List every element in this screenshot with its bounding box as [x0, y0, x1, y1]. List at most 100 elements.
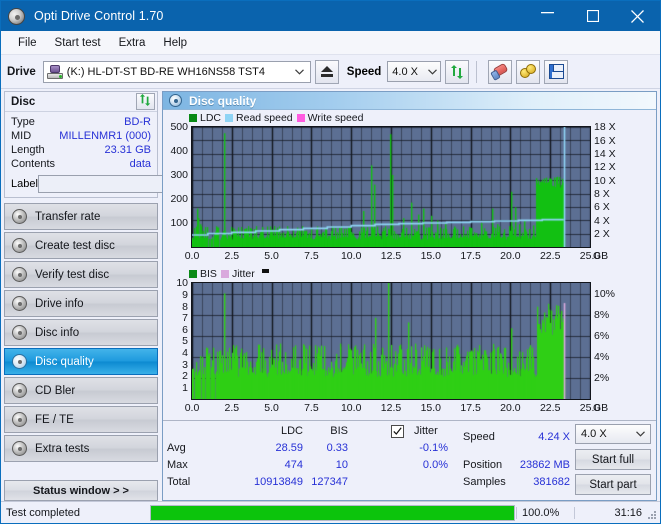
x-tick-label: 12.5	[380, 250, 402, 263]
coins-icon	[519, 64, 537, 79]
jitter-scale-marker-icon	[261, 269, 269, 274]
menu-extra[interactable]: Extra	[110, 35, 155, 51]
x-tick-label: 0.0	[184, 250, 200, 263]
stats-row-label-total: Total	[167, 476, 191, 489]
x-tick-label: 15.0	[420, 402, 442, 415]
jitter-checkbox[interactable]	[391, 425, 404, 439]
sidebar-item-disc-info[interactable]: Disc info	[4, 319, 158, 346]
disc-field-length-label: Length	[11, 144, 45, 156]
ldc-plot	[191, 126, 591, 249]
stats-ldc-avg: 28.59	[275, 442, 303, 455]
legend-entry-jitter: Jitter	[220, 268, 255, 281]
stats-speed-value: 4.24 X	[538, 431, 570, 444]
start-part-button[interactable]: Start part	[575, 474, 651, 496]
drive-select[interactable]: (K:) HL-DT-ST BD-RE WH16NS58 TST4	[42, 60, 311, 83]
disc-field-length: Length 23.31 GB	[11, 143, 151, 157]
sidebar-item-fe-te[interactable]: FE / TE	[4, 406, 158, 433]
disc-test-icon	[12, 412, 27, 427]
menu-file[interactable]: File	[9, 35, 46, 51]
speed-select[interactable]: 4.0 X	[387, 61, 442, 82]
sidebar-item-drive-info[interactable]: Drive info	[4, 290, 158, 317]
disc-field-contents: Contents data	[11, 157, 151, 171]
close-button[interactable]	[615, 1, 660, 31]
legend-entry-read-speed: Read speed	[225, 112, 293, 124]
chevron-down-icon	[292, 67, 308, 77]
stats-jitter-avg: -0.1%	[419, 442, 448, 455]
y-tick-label: 6	[182, 323, 188, 336]
legend-label-jitter: Jitter	[231, 268, 255, 281]
sidebar-item-label: Transfer rate	[35, 210, 101, 223]
disc-field-length-value: 23.31 GB	[104, 144, 151, 156]
maximize-button[interactable]	[570, 1, 615, 31]
window-title: Opti Drive Control 1.70	[34, 9, 164, 23]
resize-grip[interactable]	[647, 510, 657, 520]
sidebar-item-label: CD Bler	[35, 384, 76, 397]
refresh-icon	[139, 94, 152, 109]
disc-test-icon	[12, 296, 27, 311]
save-button[interactable]	[544, 59, 569, 84]
legend-swatch-ldc	[189, 114, 197, 123]
stats-bis-total: 127347	[311, 476, 348, 489]
disc-test-icon	[12, 238, 27, 253]
progress-bar-fill	[151, 505, 514, 520]
test-speed-select-value: 4.0 X	[581, 428, 607, 441]
stats-position-label: Position	[463, 459, 503, 472]
y-tick-label: 200	[170, 193, 188, 206]
sidebar-item-transfer-rate[interactable]: Transfer rate	[4, 203, 158, 230]
disc-refresh-button[interactable]	[136, 93, 155, 110]
sidebar-item-create-test-disc[interactable]: Create test disc	[4, 232, 158, 259]
x-tick-label: 7.5	[304, 250, 319, 263]
drive-select-value: (K:) HL-DT-ST BD-RE WH16NS58 TST4	[66, 65, 266, 78]
y2-tick-label: 10%	[594, 287, 616, 300]
sidebar-item-label: FE / TE	[35, 413, 74, 426]
bitsetting-button[interactable]	[516, 59, 541, 84]
disc-panel-header: Disc	[5, 92, 157, 112]
y2-tick-label: 2 X	[594, 228, 610, 241]
legend-label-write-speed: Write speed	[307, 112, 364, 125]
y2-tick-label: 6 X	[594, 201, 610, 214]
body: Disc Type BD-R MID MILLENMR1 (000) Lengt…	[1, 89, 660, 501]
disc-field-type-value: BD-R	[124, 116, 151, 128]
disc-quality-icon	[169, 94, 182, 108]
sidebar-item-label: Verify test disc	[35, 268, 110, 281]
disc-fields: Type BD-R MID MILLENMR1 (000) Length 23.…	[5, 112, 240, 197]
sidebar-item-disc-quality[interactable]: Disc quality	[4, 348, 158, 375]
progress-percent: 100.0%	[516, 506, 574, 519]
drive-icon	[46, 64, 63, 79]
erase-button[interactable]	[488, 59, 513, 84]
disc-test-icon	[12, 383, 27, 398]
start-full-button[interactable]: Start full	[575, 449, 651, 471]
sidebar-item-verify-test-disc[interactable]: Verify test disc	[4, 261, 158, 288]
stats-row-label-avg: Avg	[167, 442, 186, 455]
x-tick-label: 2.5	[224, 402, 240, 415]
x-tick-label: 10.0	[340, 250, 362, 263]
sidebar-item-cd-bler[interactable]: CD Bler	[4, 377, 158, 404]
chevron-down-icon	[424, 67, 440, 77]
y-tick-label: 9	[182, 289, 188, 302]
stats-speed-label: Speed	[463, 431, 495, 444]
y-tick-label: 4	[182, 347, 188, 360]
ldc-chart-legend: LDC Read speed Write speed	[189, 112, 364, 124]
test-speed-select[interactable]: 4.0 X	[575, 424, 651, 445]
menu-start-test[interactable]: Start test	[46, 35, 110, 51]
sidebar-item-label: Extra tests	[35, 442, 90, 455]
y-tick-label: 300	[170, 169, 188, 182]
x-tick-label: 12.5	[380, 402, 402, 415]
refresh-icon	[450, 64, 465, 79]
status-window-button[interactable]: Status window > >	[4, 480, 158, 501]
app-disc-icon	[8, 7, 25, 25]
bis-plot	[191, 282, 591, 401]
sidebar-item-extra-tests[interactable]: Extra tests	[4, 435, 158, 462]
eject-icon	[320, 66, 333, 77]
x-axis-unit-label: GB	[593, 402, 609, 415]
eject-button[interactable]	[314, 59, 339, 84]
disc-test-icon	[12, 267, 27, 282]
refresh-button[interactable]	[445, 59, 470, 84]
x-tick-label: 17.5	[460, 250, 481, 263]
eraser-icon	[490, 62, 512, 81]
y-tick-label: 3	[182, 358, 188, 371]
nav-list: Transfer rate Create test disc Verify te…	[4, 203, 158, 462]
y-tick-label: 100	[170, 217, 188, 230]
minimize-button[interactable]	[525, 1, 570, 31]
menu-help[interactable]: Help	[154, 35, 196, 51]
